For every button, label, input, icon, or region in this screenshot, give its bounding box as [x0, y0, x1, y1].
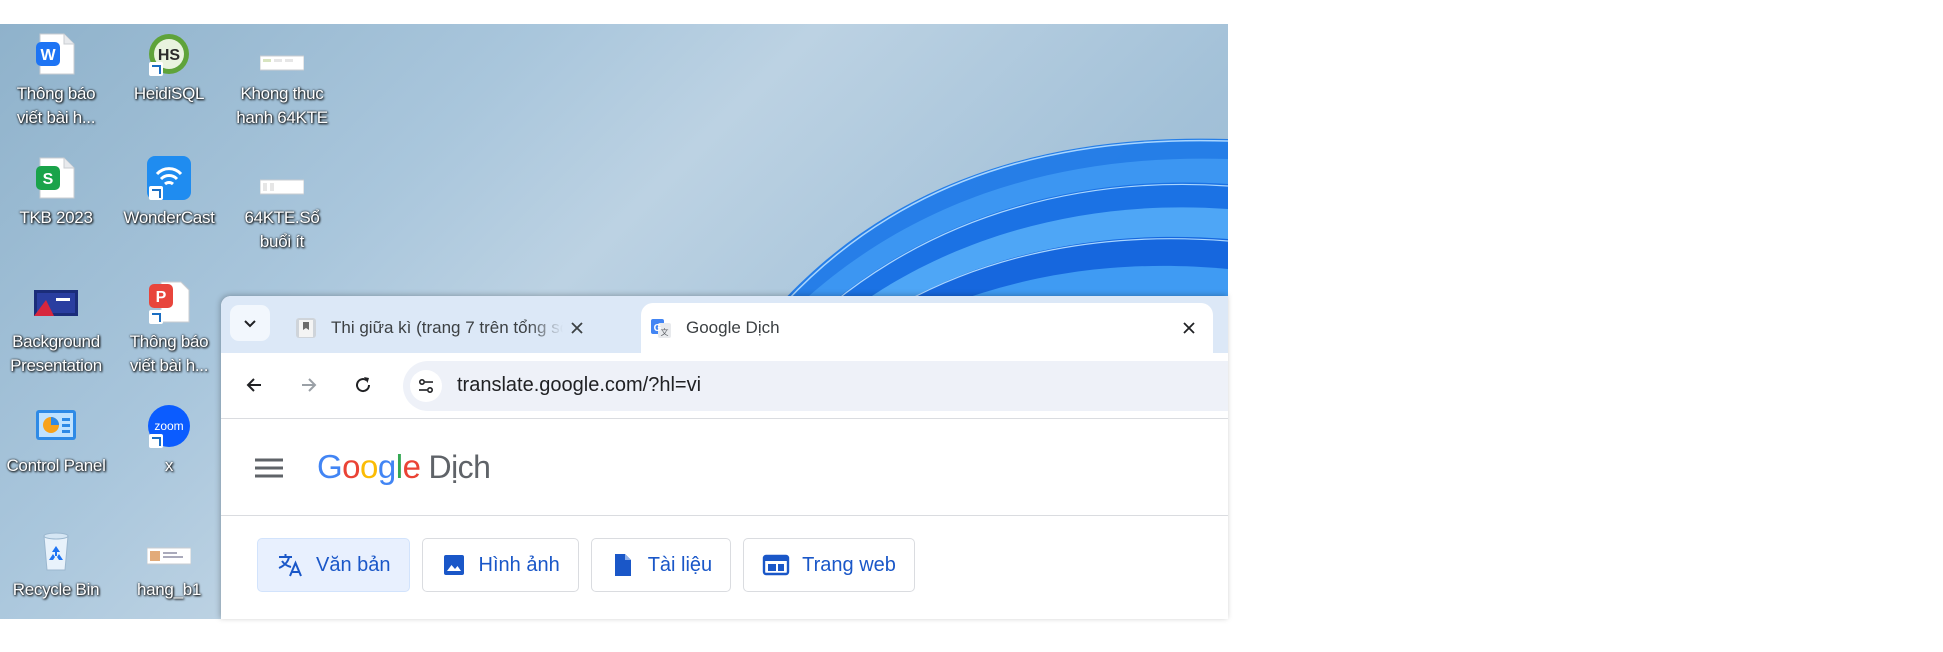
reload-icon — [356, 377, 371, 393]
tab-title: Google Dịch — [686, 318, 780, 337]
icon-label-2: viết bài h... — [129, 356, 209, 375]
tab-google-dich[interactable]: G文 Google Dịch — [641, 303, 1213, 353]
address-bar[interactable]: translate.google.com/?hl=vi — [403, 361, 1228, 411]
mode-label: Văn bản — [316, 553, 391, 576]
mode-website-button[interactable]: Trang web — [743, 538, 915, 592]
desktop-icon-thong-bao-doc[interactable]: W Thông báo viết bài h... — [1, 32, 111, 130]
mode-image-button[interactable]: Hình ảnh — [421, 538, 579, 592]
desktop-icon-control-panel[interactable]: Control Panel — [1, 404, 111, 478]
url-text: translate.google.com/?hl=vi — [457, 374, 702, 396]
arrow-right-icon — [302, 378, 317, 392]
image-icon — [443, 555, 464, 575]
back-button[interactable] — [237, 368, 271, 402]
shortcut-arrow-icon — [149, 310, 163, 324]
svg-text:P: P — [156, 289, 167, 306]
document-icon — [614, 554, 631, 576]
translation-mode-tabs: Văn bản Hình ảnh Tài liệu Trang web — [257, 538, 927, 592]
control-panel-icon — [34, 404, 78, 448]
shortcut-arrow-icon — [149, 186, 163, 200]
desktop-icon-tkb-2023[interactable]: S TKB 2023 — [1, 156, 111, 230]
site-info-button[interactable] — [410, 370, 442, 402]
desktop-icon-khong-thuc-hanh[interactable]: Khong thuc hanh 64KTE — [227, 32, 337, 130]
svg-text:S: S — [43, 171, 54, 188]
svg-text:zoom: zoom — [154, 419, 183, 433]
wps-spreadsheets-icon: S — [34, 156, 78, 200]
close-icon[interactable] — [1175, 314, 1203, 342]
icon-label: x — [164, 456, 174, 475]
mode-label: Tài liệu — [647, 553, 713, 576]
tab-search-button[interactable] — [230, 305, 270, 341]
tune-icon — [418, 378, 434, 394]
logo-letter: o — [342, 448, 361, 485]
recycle-bin-icon — [34, 528, 78, 572]
google-translate-logo[interactable]: Google Dịch — [317, 448, 491, 486]
document-thumbnail-icon — [146, 528, 192, 572]
icon-label: 64KTE.Sổ — [244, 208, 320, 227]
browser-window: Thi giữa kì (trang 7 trên tổng số G文 Goo… — [221, 296, 1228, 619]
spreadsheet-thumbnail-icon — [259, 156, 305, 200]
wondercast-icon — [147, 156, 191, 200]
desktop-icon-hang-b1[interactable]: hang_b1 — [114, 528, 224, 602]
heidisql-icon: HS — [147, 32, 191, 76]
svg-text:文: 文 — [661, 327, 669, 337]
icon-label-2: viết bài h... — [16, 108, 96, 127]
logo-letter: l — [395, 448, 403, 485]
new-tab-button[interactable] — [1221, 311, 1228, 339]
shortcut-arrow-icon — [149, 62, 163, 76]
logo-letter: g — [377, 448, 396, 485]
icon-label: Khong thuc — [240, 84, 324, 103]
icon-label: TKB 2023 — [19, 208, 93, 227]
icon-label: hang_b1 — [136, 580, 202, 599]
presentation-thumbnail-icon — [34, 280, 78, 324]
page-favicon-icon — [296, 318, 316, 338]
mode-label: Hình ảnh — [478, 553, 560, 576]
wps-presentation-icon: P — [147, 280, 191, 324]
desktop-icon-64kte[interactable]: 64KTE.Sổ buổi ít — [227, 156, 337, 254]
tab-strip: Thi giữa kì (trang 7 trên tổng số G文 Goo… — [221, 296, 1228, 353]
desktop-icon-heidisql[interactable]: HS HeidiSQL — [114, 32, 224, 106]
spreadsheet-thumbnail-icon — [259, 32, 305, 76]
desktop-icon-wondercast[interactable]: WonderCast — [114, 156, 224, 230]
google-translate-favicon-icon: G文 — [651, 319, 671, 338]
mode-document-button[interactable]: Tài liệu — [590, 538, 732, 592]
forward-button[interactable] — [292, 368, 326, 402]
translate-header: Google Dịch — [221, 419, 1228, 516]
tab-thi-giua-ki[interactable]: Thi giữa kì (trang 7 trên tổng số — [286, 303, 601, 353]
website-icon — [762, 554, 790, 576]
wps-writer-doc-icon: W — [34, 32, 78, 76]
icon-label: Control Panel — [6, 456, 106, 475]
logo-letter: e — [402, 448, 421, 485]
desktop-icon-zoom[interactable]: zoom x — [114, 404, 224, 478]
close-icon[interactable] — [563, 314, 591, 342]
mode-text-button[interactable]: Văn bản — [257, 538, 410, 592]
reload-button[interactable] — [346, 368, 380, 402]
icon-label: HeidiSQL — [133, 84, 205, 103]
icon-label-2: hanh 64KTE — [236, 108, 328, 127]
browser-toolbar: translate.google.com/?hl=vi — [221, 353, 1228, 419]
zoom-icon: zoom — [147, 404, 191, 448]
hamburger-menu-icon — [255, 458, 283, 478]
tab-title: Thi giữa kì (trang 7 trên tổng số — [331, 318, 563, 337]
icon-label: Thông báo — [16, 84, 96, 103]
plus-icon — [1226, 316, 1228, 334]
product-name: Dịch — [428, 449, 491, 485]
shortcut-arrow-icon — [149, 434, 163, 448]
icon-label: WonderCast — [123, 208, 215, 227]
desktop-icon-background-presentation[interactable]: Background Presentation — [1, 280, 111, 378]
icon-label: Background — [12, 332, 100, 351]
desktop-icon-recycle-bin[interactable]: Recycle Bin — [1, 528, 111, 602]
translate-icon — [278, 554, 302, 577]
arrow-left-icon — [246, 378, 261, 392]
logo-letter: G — [317, 448, 343, 485]
svg-text:W: W — [40, 47, 56, 64]
desktop-icon-thong-bao-ppt[interactable]: P Thông báo viết bài h... — [114, 280, 224, 378]
icon-label: Recycle Bin — [12, 580, 100, 599]
icon-label-2: Presentation — [10, 356, 102, 375]
main-menu-button[interactable] — [252, 453, 286, 483]
mode-label: Trang web — [802, 553, 896, 576]
logo-letter: o — [360, 448, 378, 485]
icon-label: Thông báo — [129, 332, 209, 351]
chevron-down-icon — [244, 320, 256, 328]
icon-label-2: buổi ít — [259, 232, 305, 251]
